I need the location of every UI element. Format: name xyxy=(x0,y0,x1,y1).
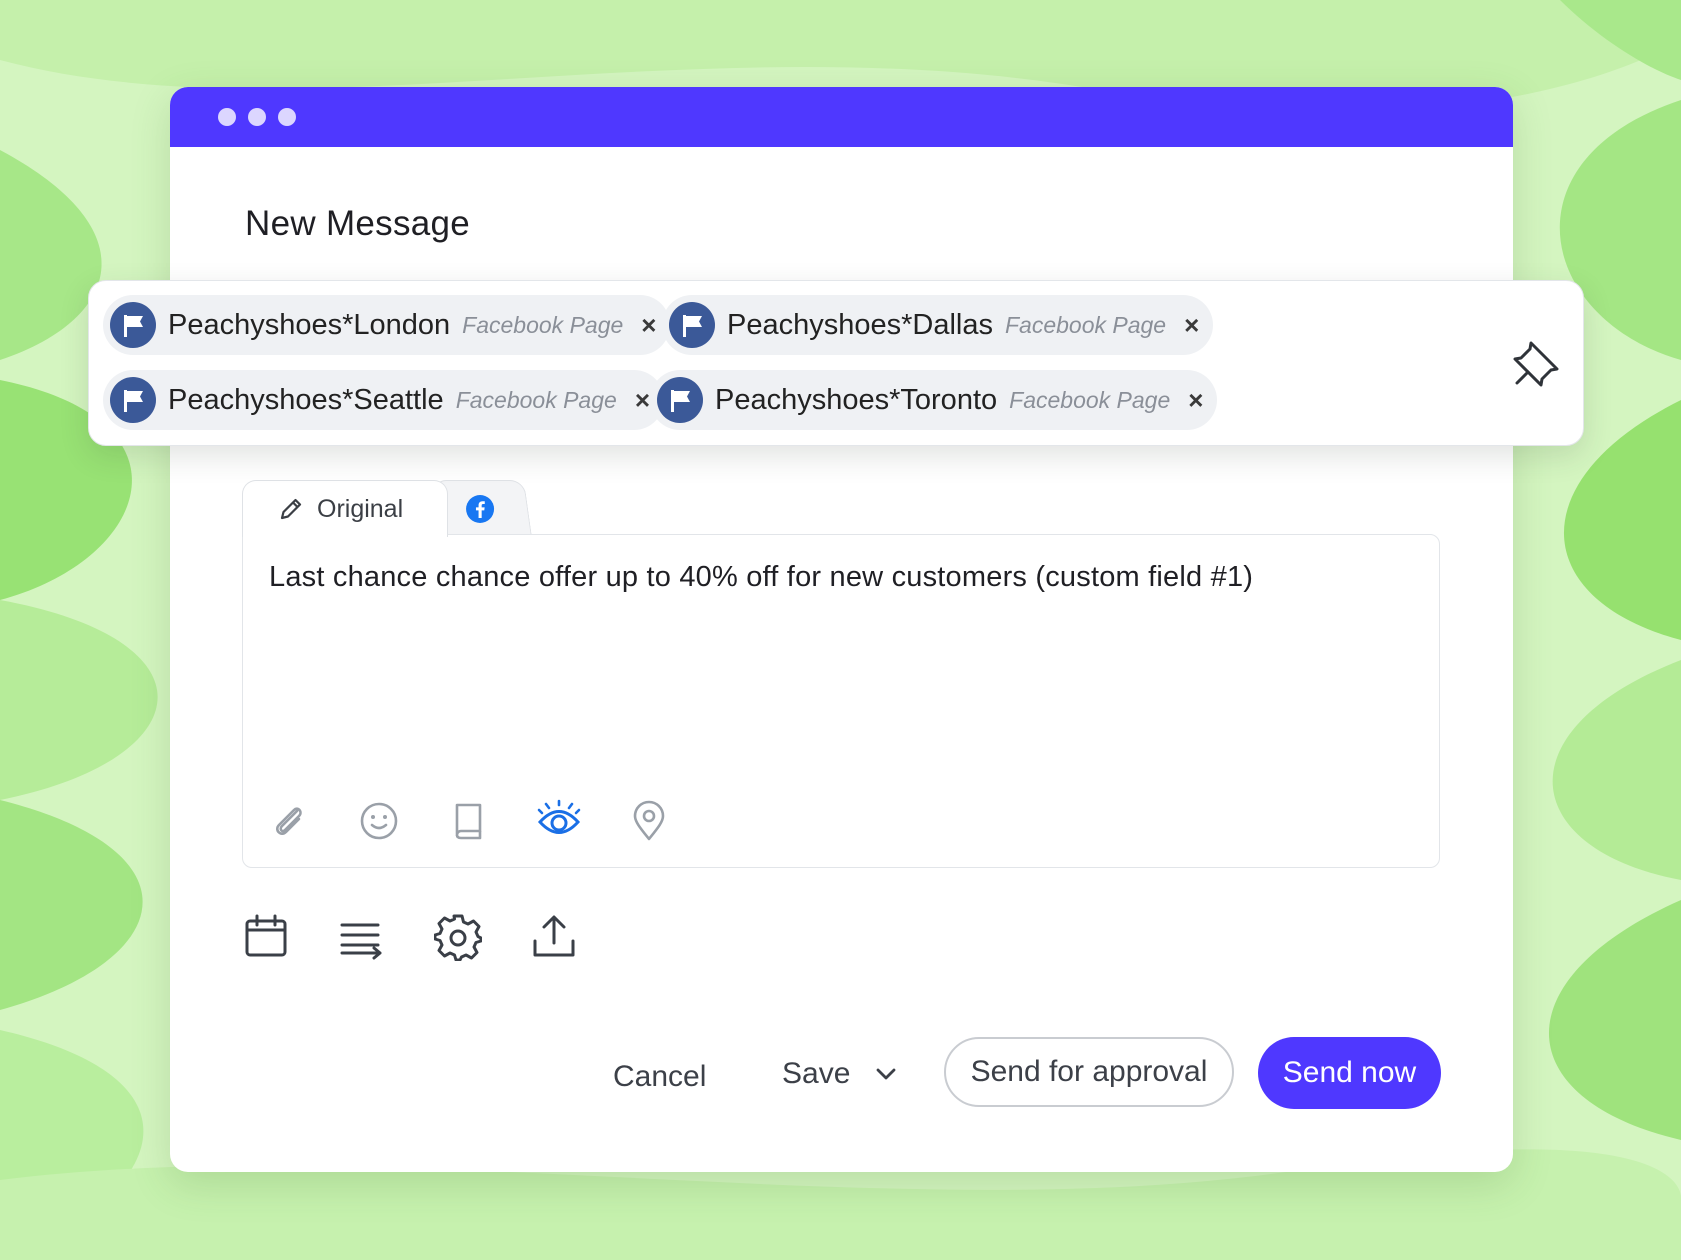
message-editor: Last chance chance offer up to 40% off f… xyxy=(242,534,1440,868)
recipient-type: Facebook Page xyxy=(1009,386,1171,413)
recipient-chip-seattle[interactable]: Peachyshoes*Seattle Facebook Page × xyxy=(103,370,664,430)
cancel-button[interactable]: Cancel xyxy=(613,1060,706,1094)
recipient-name: Peachyshoes*Dallas xyxy=(727,308,993,341)
send-now-button[interactable]: Send now xyxy=(1258,1037,1441,1109)
facebook-icon xyxy=(466,495,495,523)
recipient-chip-dallas[interactable]: Peachyshoes*Dallas Facebook Page × xyxy=(662,295,1214,355)
eye-icon[interactable] xyxy=(537,799,581,843)
remove-recipient-button[interactable]: × xyxy=(635,387,650,413)
text-wrap-icon[interactable] xyxy=(338,913,386,961)
recipient-name: Peachyshoes*Seattle xyxy=(168,383,444,416)
emoji-icon[interactable] xyxy=(357,799,401,843)
tab-original-label: Original xyxy=(317,494,404,523)
save-button[interactable]: Save xyxy=(782,1057,900,1091)
flag-icon xyxy=(671,390,690,412)
location-pin-icon[interactable] xyxy=(627,799,671,843)
paperclip-icon[interactable] xyxy=(267,799,311,843)
send-for-approval-button[interactable]: Send for approval xyxy=(944,1037,1234,1107)
upload-icon[interactable] xyxy=(530,913,578,961)
pencil-icon xyxy=(280,498,302,520)
remove-recipient-button[interactable]: × xyxy=(641,312,656,338)
gear-icon[interactable] xyxy=(433,913,483,962)
recipient-chip-london[interactable]: Peachyshoes*London Facebook Page × xyxy=(103,295,671,355)
recipient-chip-toronto[interactable]: Peachyshoes*Toronto Facebook Page × xyxy=(650,370,1218,430)
recipient-type: Facebook Page xyxy=(462,311,624,338)
remove-recipient-button[interactable]: × xyxy=(1184,312,1199,338)
remove-recipient-button[interactable]: × xyxy=(1188,387,1203,413)
chevron-down-icon xyxy=(876,1068,896,1080)
recipient-type: Facebook Page xyxy=(1004,311,1167,338)
message-text-area[interactable]: Last chance chance offer up to 40% off f… xyxy=(269,561,1409,594)
compose-window: New Message Original Last chance chance … xyxy=(170,87,1513,1172)
recipients-field[interactable]: Peachyshoes*London Facebook Page × Peach… xyxy=(88,280,1584,446)
save-button-label: Save xyxy=(782,1057,851,1090)
facebook-page-avatar xyxy=(669,302,715,348)
recipient-name: Peachyshoes*London xyxy=(168,308,451,341)
window-titlebar xyxy=(170,87,1513,147)
facebook-page-avatar xyxy=(110,377,156,423)
calendar-icon[interactable] xyxy=(242,913,290,961)
facebook-page-avatar xyxy=(657,377,703,423)
pin-icon[interactable] xyxy=(1511,337,1563,389)
facebook-page-avatar xyxy=(110,302,156,348)
window-dot-1[interactable] xyxy=(218,108,236,126)
recipient-type: Facebook Page xyxy=(455,386,617,413)
window-dot-3[interactable] xyxy=(278,108,296,126)
book-icon[interactable] xyxy=(447,799,491,843)
recipient-name: Peachyshoes*Toronto xyxy=(715,383,998,416)
window-dot-2[interactable] xyxy=(248,108,266,126)
flag-icon xyxy=(124,390,143,412)
tab-original[interactable]: Original xyxy=(242,480,448,537)
flag-icon xyxy=(124,315,143,337)
flag-icon xyxy=(683,315,702,337)
page-title: New Message xyxy=(245,204,471,243)
